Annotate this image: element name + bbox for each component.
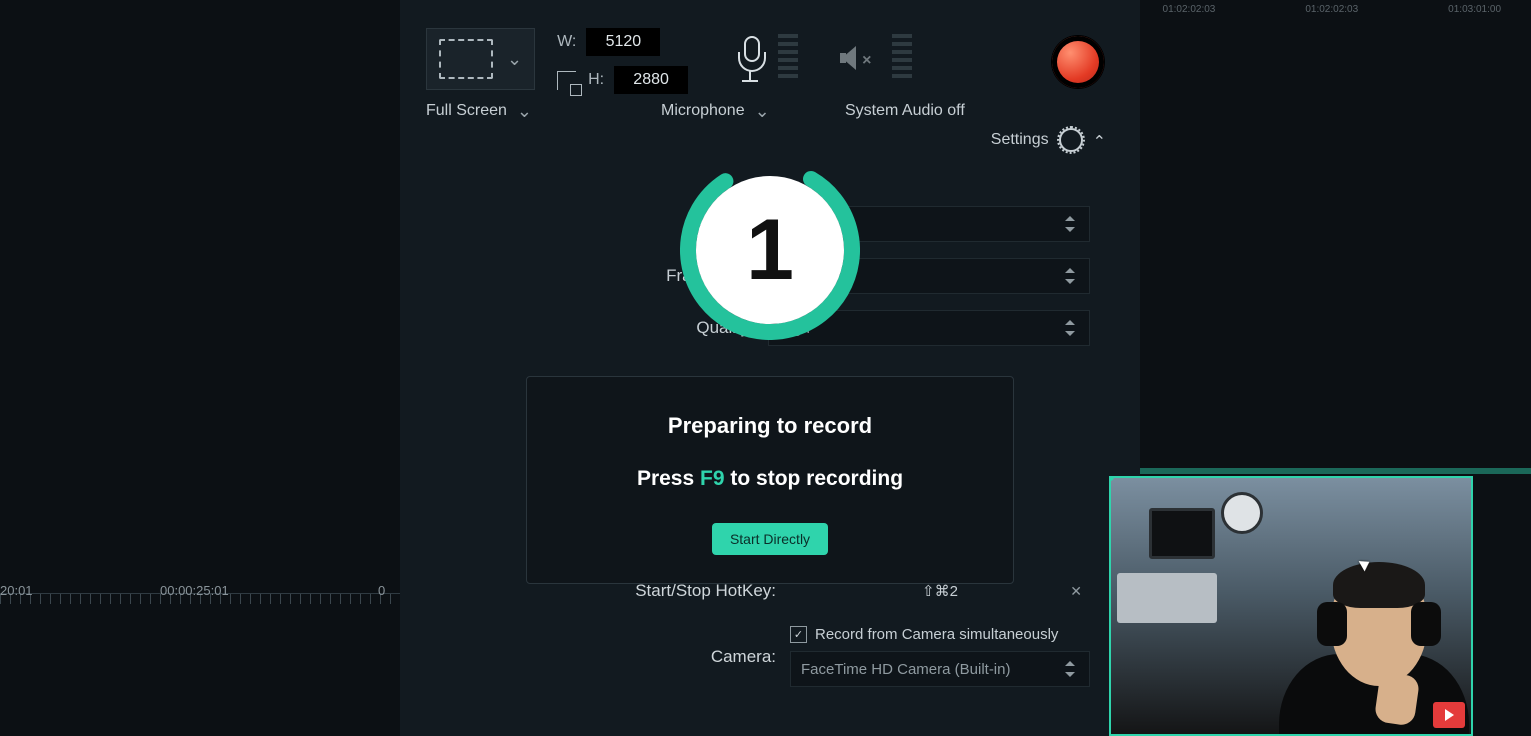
quality-dropdown[interactable]: High <box>768 310 1090 346</box>
stop-hotkey: F9 <box>700 467 725 490</box>
frame-rate-label: Frame rate: <box>666 266 754 286</box>
recording-info-box: Preparing to record Press F9 to stop rec… <box>526 376 1014 584</box>
quality-value: High <box>779 320 810 337</box>
camera-row: Camera: ✓ Record from Camera simultaneou… <box>400 626 1140 687</box>
capture-rect-icon <box>439 39 493 79</box>
stepper-icon <box>1065 661 1075 677</box>
stepper-icon <box>1065 268 1075 284</box>
preview-marker <box>1131 468 1531 474</box>
timeline-tick-1: 20:01 <box>0 583 33 598</box>
chevron-down-icon: ⌄ <box>755 102 770 120</box>
info-subtitle: Press F9 to stop recording <box>555 467 985 491</box>
camera-device-value: FaceTime HD Camera (Built-in) <box>801 661 1010 678</box>
hotkey-label: Start/Stop HotKey: <box>635 581 776 601</box>
height-input[interactable]: 2880 <box>614 66 688 94</box>
frame-rate-value: 30fps <box>779 268 816 285</box>
system-audio-control[interactable]: × <box>830 28 922 88</box>
gear-icon <box>1059 128 1083 152</box>
capture-dimensions: W: 5120 H: 2880 <box>557 28 688 94</box>
timeline-ruler: 20:01 00:00:25:01 0 <box>0 585 400 606</box>
chevron-down-icon: ⌄ <box>507 50 522 68</box>
camera-label: Camera: <box>711 647 776 667</box>
microphone-icon <box>732 34 768 82</box>
source-labels: Full Screen ⌄ Microphone ⌄ System Audio … <box>400 102 1140 124</box>
height-label: H: <box>588 71 604 89</box>
width-input[interactable]: 5120 <box>586 28 660 56</box>
clear-hotkey-icon[interactable]: ✕ <box>1070 583 1082 600</box>
camera-checkbox[interactable]: ✓ Record from Camera simultaneously <box>790 626 1090 643</box>
record-button[interactable] <box>1052 36 1104 88</box>
stepper-icon <box>1065 216 1075 232</box>
settings-form: Save to: Frame rate: 30fps Quality: High <box>400 206 1140 346</box>
microphone-control[interactable] <box>722 28 808 88</box>
timeline-tick-3: 0 <box>378 583 385 598</box>
save-to-label: Save to: <box>692 214 754 234</box>
checkbox-icon: ✓ <box>790 626 807 643</box>
controls-row: ⌄ W: 5120 H: 2880 × <box>400 0 1140 102</box>
quality-label: Quality: <box>696 318 754 338</box>
save-to-dropdown[interactable] <box>768 206 1090 242</box>
camera-checkbox-label: Record from Camera simultaneously <box>815 626 1058 643</box>
capture-mode-dropdown[interactable]: Full Screen ⌄ <box>426 102 631 120</box>
timeline-tick-2: 00:00:25:01 <box>160 583 229 598</box>
play-badge-icon <box>1433 702 1465 728</box>
recorder-panel: ⌄ W: 5120 H: 2880 × <box>400 0 1140 736</box>
settings-label: Settings <box>991 131 1049 149</box>
hotkey-value: ⇧⌘2 <box>922 582 958 600</box>
stepper-icon <box>1065 320 1075 336</box>
system-level-meter <box>892 34 912 82</box>
microphone-label: Microphone <box>661 102 745 120</box>
system-audio-label: System Audio off <box>845 102 965 120</box>
mic-level-meter <box>778 34 798 82</box>
speaker-muted-icon: × <box>840 38 882 78</box>
capture-area-selector[interactable]: ⌄ <box>426 28 535 90</box>
width-label: W: <box>557 33 576 51</box>
start-directly-button[interactable]: Start Directly <box>712 523 828 555</box>
webcam-preview[interactable] <box>1109 476 1473 736</box>
microphone-dropdown[interactable]: Microphone ⌄ <box>661 102 821 120</box>
settings-toggle[interactable]: Settings ⌄ <box>400 124 1140 158</box>
aspect-lock-icon[interactable] <box>557 71 576 90</box>
camera-device-dropdown[interactable]: FaceTime HD Camera (Built-in) <box>790 651 1090 687</box>
chevron-up-icon: ⌄ <box>1093 130 1106 150</box>
frame-rate-dropdown[interactable]: 30fps <box>768 258 1090 294</box>
chevron-down-icon: ⌄ <box>517 102 532 120</box>
capture-mode-label: Full Screen <box>426 102 507 120</box>
info-title: Preparing to record <box>555 413 985 439</box>
